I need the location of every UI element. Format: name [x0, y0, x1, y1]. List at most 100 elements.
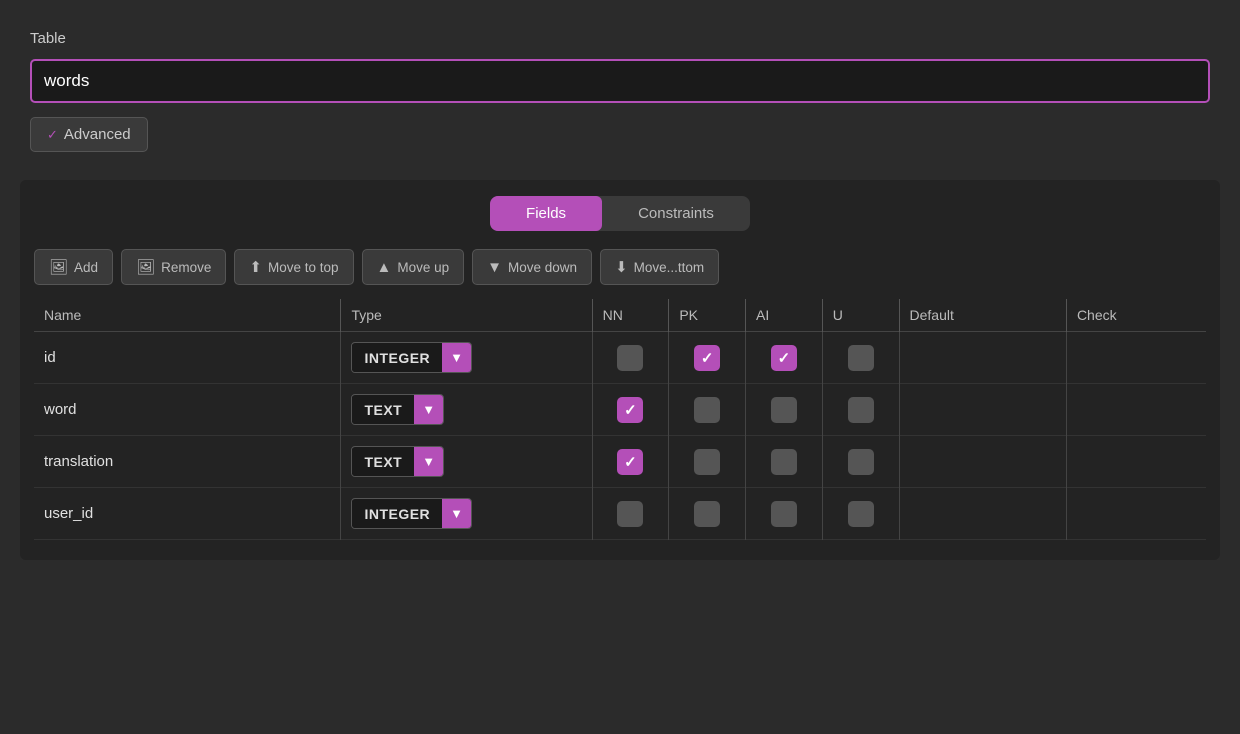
pk-checkbox[interactable]	[694, 345, 720, 371]
u-checkbox[interactable]	[848, 449, 874, 475]
field-type-cell: TEXT ▼	[341, 436, 592, 488]
field-type-cell: INTEGER ▼	[341, 488, 592, 540]
add-button-label: Add	[74, 260, 98, 275]
field-nn-cell	[592, 488, 669, 540]
field-default-cell	[899, 384, 1066, 436]
field-check-cell	[1066, 332, 1206, 384]
nn-checkbox[interactable]	[617, 397, 643, 423]
field-pk-cell	[669, 384, 746, 436]
field-nn-cell	[592, 384, 669, 436]
move-to-bottom-button[interactable]: ⬇ Move...ttom	[600, 249, 719, 285]
nn-checkbox[interactable]	[617, 501, 643, 527]
remove-button[interactable]: 🖼 Remove	[121, 249, 226, 285]
type-select-label: INTEGER	[352, 344, 442, 372]
type-select-wrapper: TEXT ▼	[351, 446, 444, 477]
col-header-nn: NN	[592, 299, 669, 332]
field-name-cell: user_id	[34, 488, 341, 540]
col-header-pk: PK	[669, 299, 746, 332]
field-check-cell	[1066, 436, 1206, 488]
field-check-cell	[1066, 384, 1206, 436]
move-to-top-label: Move to top	[268, 260, 339, 275]
ai-checkbox[interactable]	[771, 501, 797, 527]
nn-checkbox[interactable]	[617, 449, 643, 475]
tab-constraints[interactable]: Constraints	[602, 196, 750, 231]
advanced-button-label: Advanced	[64, 126, 131, 143]
pk-checkbox[interactable]	[694, 501, 720, 527]
type-select-label: INTEGER	[352, 500, 442, 528]
ai-checkbox[interactable]	[771, 397, 797, 423]
move-down-button[interactable]: ▼ Move down	[472, 249, 592, 285]
field-ai-cell	[746, 436, 823, 488]
remove-button-label: Remove	[161, 260, 211, 275]
field-name-cell: translation	[34, 436, 341, 488]
tab-fields[interactable]: Fields	[490, 196, 602, 231]
toolbar: 🖼 Add 🖼 Remove ⬆ Move to top ▲ Move up ▼…	[34, 249, 1206, 285]
col-header-ai: AI	[746, 299, 823, 332]
table-label: Table	[30, 30, 1210, 47]
fields-table: Name Type NN PK AI U	[34, 299, 1206, 540]
field-u-cell	[822, 384, 899, 436]
field-name-cell: id	[34, 332, 341, 384]
type-select-label: TEXT	[352, 396, 414, 424]
advanced-button[interactable]: ✓ Advanced	[30, 117, 148, 152]
field-pk-cell	[669, 488, 746, 540]
field-default-cell	[899, 332, 1066, 384]
type-select-wrapper: TEXT ▼	[351, 394, 444, 425]
ai-checkbox[interactable]	[771, 345, 797, 371]
move-to-bottom-label: Move...ttom	[634, 260, 705, 275]
table-name-input[interactable]	[30, 59, 1210, 103]
advanced-chevron-icon: ✓	[47, 127, 58, 143]
field-nn-cell	[592, 332, 669, 384]
field-nn-cell	[592, 436, 669, 488]
tab-group: Fields Constraints	[490, 196, 750, 231]
table-row: word TEXT ▼	[34, 384, 1206, 436]
type-dropdown-button[interactable]: ▼	[442, 499, 471, 528]
field-default-cell	[899, 436, 1066, 488]
col-header-default: Default	[899, 299, 1066, 332]
u-checkbox[interactable]	[848, 501, 874, 527]
nn-checkbox[interactable]	[617, 345, 643, 371]
u-checkbox[interactable]	[848, 345, 874, 371]
type-select-label: TEXT	[352, 448, 414, 476]
pk-checkbox[interactable]	[694, 397, 720, 423]
field-ai-cell	[746, 332, 823, 384]
type-select-wrapper: INTEGER ▼	[351, 342, 472, 373]
move-down-icon: ▼	[487, 259, 502, 276]
table-row: translation TEXT ▼	[34, 436, 1206, 488]
type-dropdown-button[interactable]: ▼	[442, 343, 471, 372]
field-name-cell: word	[34, 384, 341, 436]
table-section: Table ✓ Advanced	[20, 20, 1220, 172]
field-default-cell	[899, 488, 1066, 540]
field-u-cell	[822, 436, 899, 488]
col-header-type: Type	[341, 299, 592, 332]
field-pk-cell	[669, 436, 746, 488]
field-type-cell: INTEGER ▼	[341, 332, 592, 384]
move-up-icon: ▲	[377, 259, 392, 276]
add-icon: 🖼	[49, 258, 68, 276]
ai-checkbox[interactable]	[771, 449, 797, 475]
field-type-cell: TEXT ▼	[341, 384, 592, 436]
type-select-wrapper: INTEGER ▼	[351, 498, 472, 529]
col-header-name: Name	[34, 299, 341, 332]
pk-checkbox[interactable]	[694, 449, 720, 475]
col-header-check: Check	[1066, 299, 1206, 332]
table-row: user_id INTEGER ▼	[34, 488, 1206, 540]
field-u-cell	[822, 488, 899, 540]
field-u-cell	[822, 332, 899, 384]
move-to-top-icon: ⬆	[249, 258, 262, 276]
move-up-button[interactable]: ▲ Move up	[362, 249, 465, 285]
field-check-cell	[1066, 488, 1206, 540]
main-container: Table ✓ Advanced Fields Constraints 🖼 Ad…	[0, 0, 1240, 580]
type-dropdown-button[interactable]: ▼	[414, 447, 443, 476]
move-to-top-button[interactable]: ⬆ Move to top	[234, 249, 353, 285]
type-dropdown-button[interactable]: ▼	[414, 395, 443, 424]
table-row: id INTEGER ▼	[34, 332, 1206, 384]
field-ai-cell	[746, 384, 823, 436]
fields-section: Fields Constraints 🖼 Add 🖼 Remove ⬆ Move…	[20, 180, 1220, 560]
move-to-bottom-icon: ⬇	[615, 258, 628, 276]
u-checkbox[interactable]	[848, 397, 874, 423]
move-up-label: Move up	[397, 260, 449, 275]
add-button[interactable]: 🖼 Add	[34, 249, 113, 285]
tab-bar: Fields Constraints	[34, 196, 1206, 231]
move-down-label: Move down	[508, 260, 577, 275]
